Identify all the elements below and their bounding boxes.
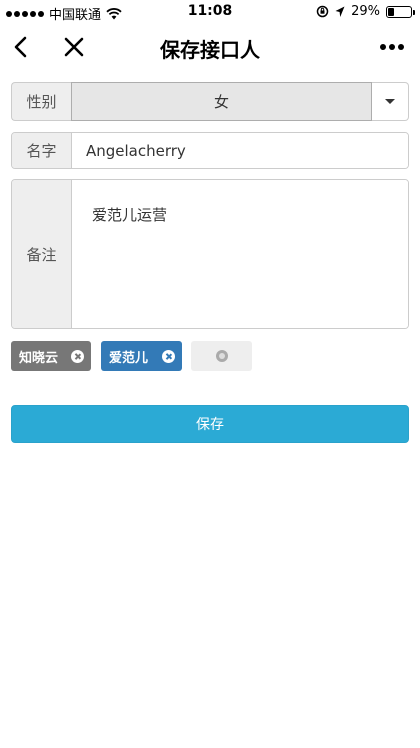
gender-select[interactable]: 女	[71, 82, 372, 121]
name-input[interactable]	[72, 133, 408, 168]
remove-tag-icon[interactable]	[71, 349, 84, 363]
tag-label: 爱范儿	[109, 350, 149, 366]
location-arrow-icon	[335, 6, 345, 17]
status-right: 29%	[316, 4, 415, 19]
note-textarea[interactable]: 爱范儿运营	[72, 180, 408, 328]
gender-row: 性别 女	[11, 82, 409, 121]
save-button[interactable]: 保存	[11, 405, 409, 443]
note-label: 备注	[12, 180, 72, 328]
gender-label: 性别	[11, 82, 71, 121]
add-tag-button[interactable]	[191, 341, 252, 371]
remove-tag-icon[interactable]	[162, 349, 175, 363]
add-tag-icon	[216, 350, 228, 362]
tag-aifaner: 爱范儿	[101, 341, 182, 371]
battery-fill	[388, 7, 395, 16]
tag-label: 知晓云	[19, 350, 59, 366]
nav-bar: 保存接口人	[0, 24, 420, 70]
more-icon[interactable]	[374, 33, 410, 61]
battery-percent: 29%	[351, 4, 380, 19]
caret-down-icon	[385, 99, 395, 104]
battery-icon	[386, 5, 415, 18]
name-label: 名字	[12, 133, 72, 168]
gender-dropdown-button[interactable]	[372, 82, 409, 121]
rotation-lock-icon	[316, 5, 329, 18]
status-bar: 中国联通 11:08 29%	[0, 0, 420, 24]
close-icon[interactable]	[60, 33, 88, 61]
tag-zhixiaoyun: 知晓云	[11, 341, 91, 371]
name-row: 名字	[11, 132, 409, 169]
back-chevron-icon[interactable]	[8, 33, 36, 61]
note-row: 备注 爱范儿运营	[11, 179, 409, 329]
